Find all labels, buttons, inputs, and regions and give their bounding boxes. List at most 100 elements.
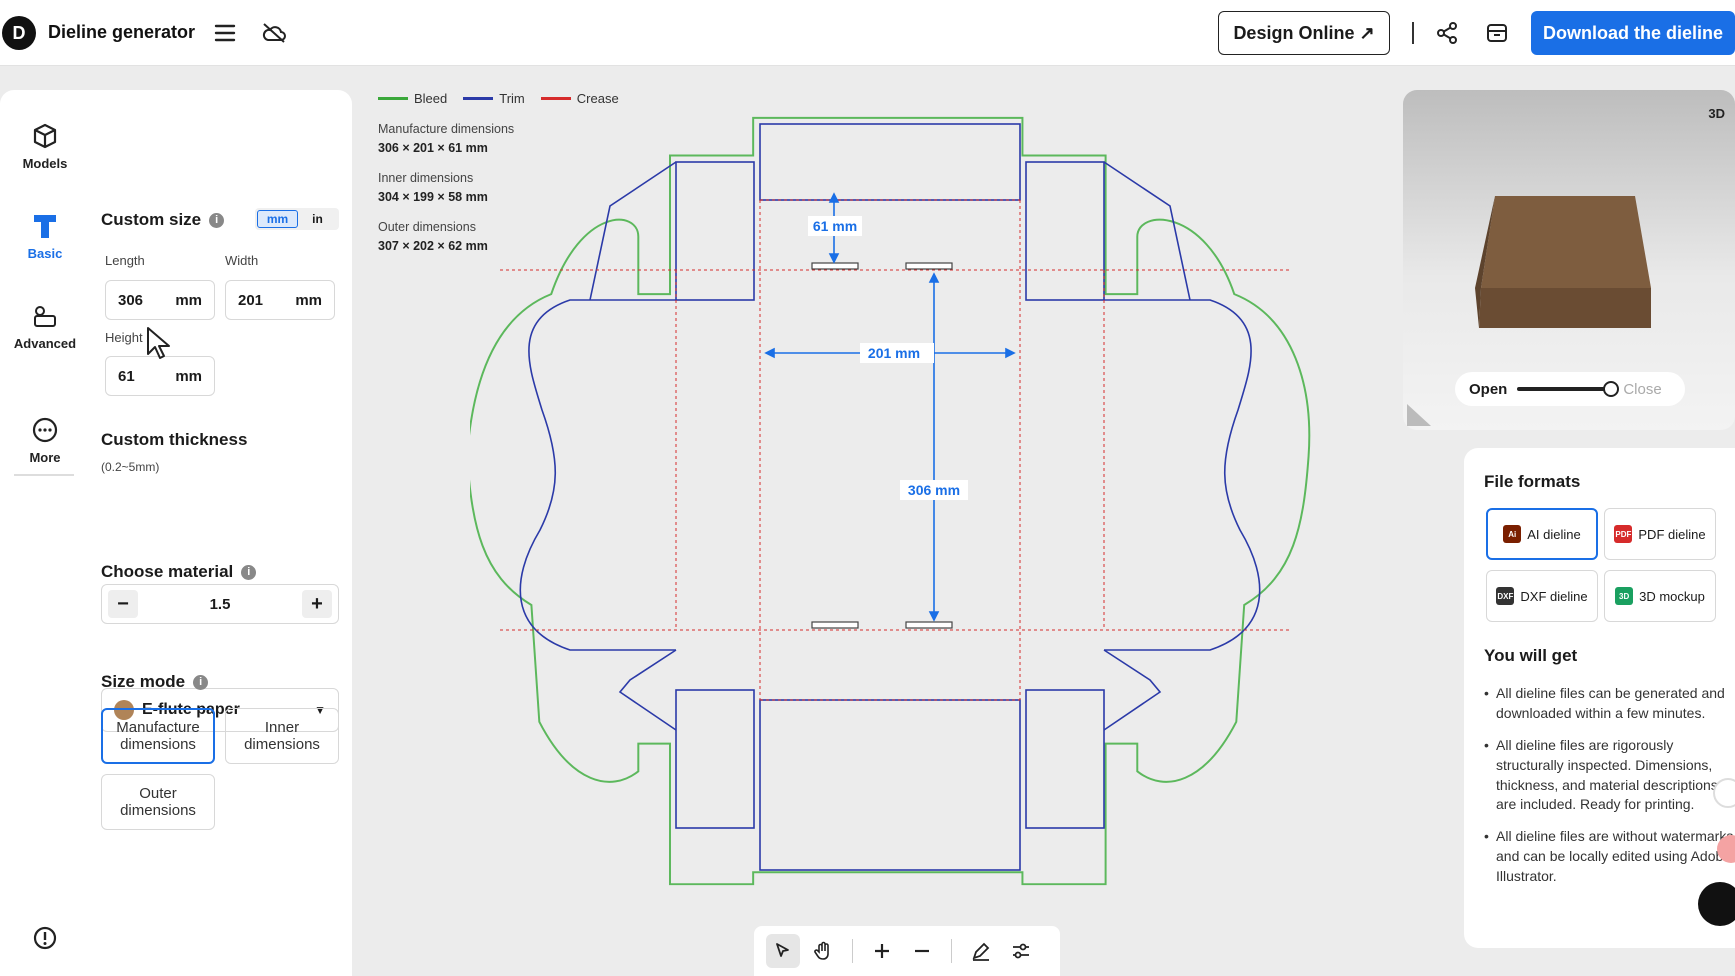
benefits-list: All dieline files can be generated and d… <box>1484 684 1735 899</box>
list-item: All dieline files are rigorously structu… <box>1484 736 1735 816</box>
rail-item-advanced[interactable]: Advanced <box>6 300 84 351</box>
format-ai-button[interactable]: Ai AI dieline <box>1486 508 1598 560</box>
design-online-button[interactable]: Design Online ↗ <box>1218 11 1390 55</box>
width-field[interactable]: 201 mm <box>225 280 335 320</box>
rail-label: More <box>29 450 61 465</box>
download-dieline-button[interactable]: Download the dieline <box>1531 11 1735 55</box>
you-will-get-title: You will get <box>1484 646 1578 665</box>
rail-item-models[interactable]: Models <box>6 120 84 171</box>
archive-icon[interactable] <box>1482 18 1512 48</box>
alert-circle-icon[interactable] <box>6 922 84 954</box>
rail-label: Advanced <box>13 336 77 351</box>
length-label: Length <box>105 253 145 268</box>
pen-icon[interactable] <box>964 934 998 968</box>
format-label: 3D mockup <box>1639 588 1705 604</box>
menu-icon[interactable] <box>210 18 240 48</box>
thickness-range: (0.2~5mm) <box>101 460 160 474</box>
format-pdf-button[interactable]: PDF PDF dieline <box>1604 508 1716 560</box>
open-close-knob[interactable] <box>1603 381 1620 397</box>
custom-thickness-title: Custom thickness <box>101 430 248 449</box>
format-3d-button[interactable]: 3D 3D mockup <box>1604 570 1716 622</box>
cube-icon <box>6 120 84 152</box>
unit-toggle: mm in <box>255 208 339 230</box>
file-formats-panel: File formats Ai AI dieline PDF PDF dieli… <box>1464 448 1735 948</box>
legend-swatch <box>378 97 408 100</box>
custom-size-title: Custom size i <box>101 210 225 230</box>
unit-mm-option[interactable]: mm <box>257 210 298 228</box>
thickness-stepper: − 1.5 + <box>101 584 339 624</box>
size-mode-title: Size mode i <box>101 672 209 692</box>
length-field[interactable]: 306 mm <box>105 280 215 320</box>
mouse-cursor-icon <box>147 327 170 359</box>
mode-outer-button[interactable]: Outer dimensions <box>101 774 215 830</box>
chat-bubble-icon[interactable] <box>1698 882 1735 926</box>
rail-divider <box>14 474 74 476</box>
trim-outline <box>519 123 1261 871</box>
list-item: All dieline files are without watermarks… <box>1484 827 1735 887</box>
share-icon[interactable] <box>1432 18 1462 48</box>
cloud-off-icon[interactable] <box>259 18 289 48</box>
resize-handle-icon[interactable] <box>1403 396 1437 430</box>
size-mode-label: Size mode <box>101 672 186 691</box>
measure-length-label: 306 mm <box>908 482 960 498</box>
mode-manufacture-button[interactable]: Manufacture dimensions <box>101 708 215 764</box>
dxf-file-icon: DXF <box>1496 587 1515 605</box>
format-dxf-button[interactable]: DXF DXF dieline <box>1486 570 1598 622</box>
pointer-icon[interactable] <box>766 934 800 968</box>
thickness-value[interactable]: 1.5 <box>210 596 231 613</box>
open-close-track[interactable] <box>1517 381 1620 397</box>
legend-label: Bleed <box>414 91 448 106</box>
tab-slots <box>811 262 953 629</box>
mode-inner-button[interactable]: Inner dimensions <box>225 708 339 764</box>
choose-material-title: Choose material i <box>101 562 257 582</box>
app-logo[interactable]: D <box>2 16 36 50</box>
info-icon[interactable]: i <box>241 564 257 580</box>
open-label: Open <box>1469 380 1508 398</box>
legend-swatch <box>540 97 571 100</box>
unit-in-option[interactable]: in <box>298 210 337 228</box>
floating-widget[interactable] <box>1713 778 1735 808</box>
format-label: AI dieline <box>1527 526 1581 542</box>
dieline-drawing[interactable]: 61 mm 201 mm 306 mm <box>470 110 1320 890</box>
shapes-icon <box>6 300 84 332</box>
width-label: Width <box>225 253 259 268</box>
legend-label: Crease <box>576 91 619 106</box>
format-label: PDF dieline <box>1638 526 1706 542</box>
rail-item-more[interactable]: More <box>6 414 84 465</box>
height-field[interactable]: 61 mm <box>105 356 215 396</box>
3d-preview-panel[interactable]: 3D Open Close <box>1403 90 1735 430</box>
legend-crease: Crease <box>540 91 619 106</box>
pdf-file-icon: PDF <box>1614 525 1633 543</box>
toolbar-divider <box>951 939 952 963</box>
rail-label: Basic <box>27 246 63 261</box>
legend-bleed: Bleed <box>378 91 447 106</box>
list-item: All dieline files can be generated and d… <box>1484 684 1735 724</box>
3d-view-icon[interactable]: 3D <box>1708 106 1725 121</box>
custom-size-label: Custom size <box>101 210 202 229</box>
measure-lines <box>764 192 1016 622</box>
legend-swatch <box>463 97 494 100</box>
length-value: 306 <box>118 291 144 309</box>
open-close-slider: Open Close <box>1455 372 1685 406</box>
download-dieline-label: Download the dieline <box>1542 22 1723 43</box>
legend-trim: Trim <box>463 91 525 106</box>
hand-icon[interactable] <box>806 934 840 968</box>
zoom-in-icon[interactable] <box>865 934 899 968</box>
info-icon[interactable]: i <box>209 212 225 228</box>
app-title: Dieline generator <box>48 22 196 42</box>
choose-material-label: Choose material <box>101 562 234 581</box>
measure-height-label: 61 mm <box>813 218 857 234</box>
bleed-outline <box>470 116 1311 886</box>
sliders-icon[interactable] <box>1004 934 1038 968</box>
rail-item-basic[interactable]: Basic <box>6 210 84 261</box>
height-value: 61 <box>118 367 135 385</box>
design-online-label: Design Online ↗ <box>1233 22 1375 43</box>
info-icon[interactable]: i <box>193 674 209 690</box>
crease-lines <box>500 199 1290 701</box>
top-bar: D Dieline generator Design Online ↗ Down… <box>0 0 1735 66</box>
zoom-out-icon[interactable] <box>905 934 939 968</box>
more-icon <box>6 414 84 446</box>
increment-button[interactable]: + <box>301 590 332 618</box>
decrement-button[interactable]: − <box>108 590 138 618</box>
ai-file-icon: Ai <box>1503 525 1522 543</box>
